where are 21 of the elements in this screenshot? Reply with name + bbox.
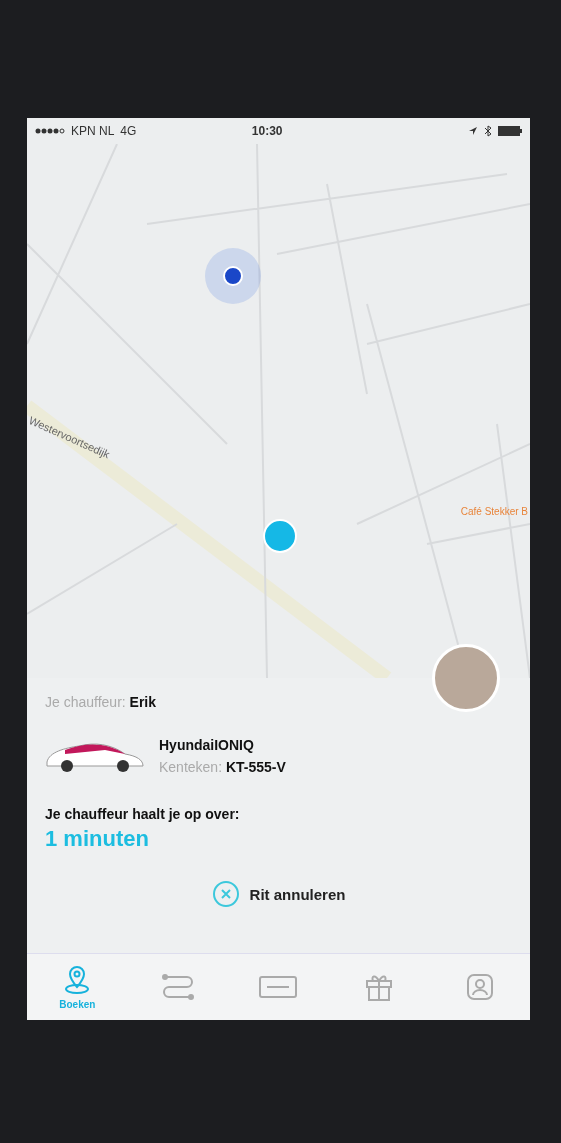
pickup-location-marker: [263, 519, 297, 553]
route-icon: [160, 973, 195, 1001]
bluetooth-icon: [484, 125, 492, 137]
carrier-name: KPN NL: [71, 124, 115, 138]
status-time: 10:30: [250, 124, 284, 138]
place-label: Café Stekker B: [460, 506, 528, 517]
pickup-label: Je chauffeur haalt je op over:: [45, 806, 241, 822]
profile-icon: [465, 973, 494, 1001]
signal-icon: [35, 128, 65, 134]
map-pin-icon: [63, 964, 92, 995]
pickup-eta: 1 minuten: [45, 826, 150, 852]
close-icon: [211, 880, 240, 908]
battery-icon: [498, 126, 522, 136]
card-icon: [259, 975, 298, 999]
car-model: HyundaiIONIQ: [159, 737, 255, 753]
network-type: 4G: [120, 124, 137, 138]
driver-name: Je chauffeur: Erik: [45, 694, 158, 710]
cancel-ride-button[interactable]: Rit annuleren: [211, 880, 346, 908]
location-arrow-icon: [468, 126, 478, 136]
user-location-marker: [205, 248, 261, 304]
license-plate: Kenteken: KT-555-V: [159, 759, 286, 775]
